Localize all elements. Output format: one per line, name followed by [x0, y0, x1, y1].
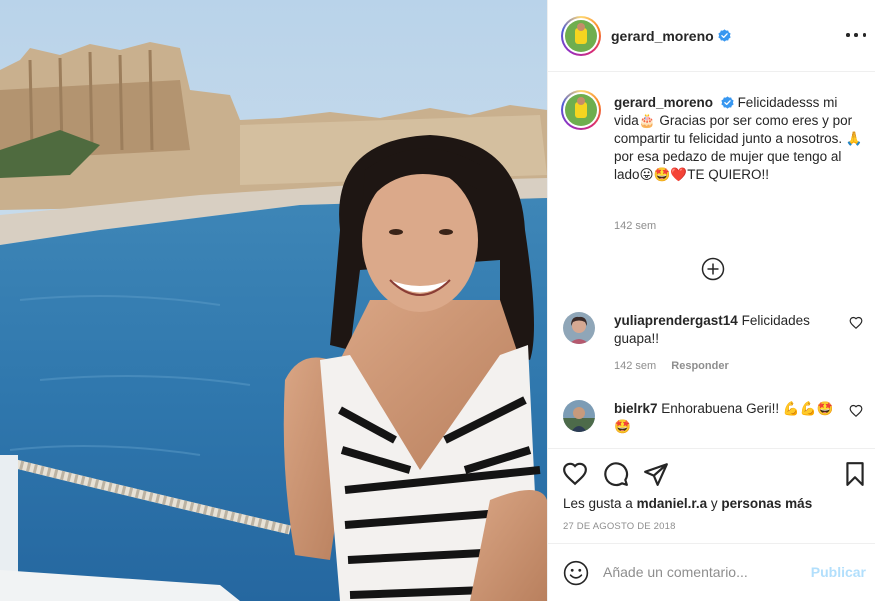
comment-bubble-icon[interactable] [603, 461, 629, 487]
likes-user-link[interactable]: mdaniel.r.a [637, 496, 708, 511]
post-header: gerard_moreno [548, 0, 875, 72]
comment-meta: 142 sem Responder [614, 360, 729, 372]
comment-text: bielrk7 Enhorabuena Geri!! 💪💪🤩🤩 [614, 400, 839, 436]
caption-author-avatar[interactable] [561, 90, 601, 130]
likes-others-link[interactable]: personas más [721, 496, 812, 511]
heart-icon[interactable] [562, 461, 588, 487]
more-options-icon[interactable] [846, 27, 866, 43]
post-side-panel: gerard_moreno gerard_moreno Felicidadess… [547, 0, 875, 601]
author-avatar[interactable] [561, 15, 601, 56]
verified-badge-icon [721, 96, 734, 109]
comment-timestamp[interactable]: 142 sem [614, 360, 656, 372]
commenter-avatar[interactable] [563, 400, 595, 432]
comment-text: yuliaprendergast14 Felicidades guapa!! [614, 312, 839, 348]
likes-summary: Les gusta a mdaniel.r.a y personas más [563, 496, 812, 511]
avatar-image [563, 400, 595, 432]
plus-circle-icon[interactable] [701, 257, 725, 281]
photo-image [0, 0, 547, 601]
comment-input[interactable] [603, 561, 803, 583]
likes-joiner: y [710, 496, 718, 511]
avatar-image [565, 94, 597, 126]
caption-timestamp[interactable]: 142 sem [614, 220, 656, 232]
reply-button[interactable]: Responder [671, 360, 728, 372]
commenter-avatar[interactable] [563, 312, 595, 344]
post-actions [548, 448, 875, 498]
caption-username[interactable]: gerard_moreno [614, 95, 713, 110]
post-date[interactable]: 27 DE AGOSTO DE 2018 [563, 521, 676, 532]
heart-icon[interactable] [849, 316, 863, 330]
publish-button[interactable]: Publicar [811, 564, 866, 580]
smiley-icon[interactable] [563, 560, 589, 586]
verified-badge-icon [718, 29, 731, 42]
add-comment-bar: Publicar [548, 543, 875, 601]
bookmark-icon[interactable] [842, 461, 868, 487]
likes-prefix: Les gusta a [563, 496, 633, 511]
caption-text: gerard_moreno Felicidadesss mi vida🎂 Gra… [614, 94, 864, 184]
author-username[interactable]: gerard_moreno [611, 28, 714, 44]
commenter-username[interactable]: yuliaprendergast14 [614, 313, 738, 328]
post-photo[interactable] [0, 0, 547, 601]
avatar-image [565, 19, 597, 52]
paper-plane-icon[interactable] [643, 461, 669, 487]
avatar-image [563, 312, 595, 344]
commenter-username[interactable]: bielrk7 [614, 401, 658, 416]
heart-icon[interactable] [849, 404, 863, 418]
